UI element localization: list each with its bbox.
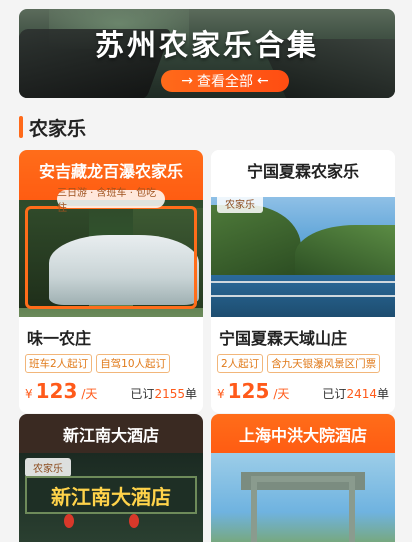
arrow-left-icon: ← [257, 73, 269, 89]
image-lantern [129, 514, 139, 528]
product-card[interactable]: 上海中洪大院酒店 [211, 414, 395, 542]
image-title: 宁国夏霖农家乐 [246, 162, 359, 181]
banner-title: 苏州农家乐合集 [94, 28, 319, 62]
product-name: 宁国夏霖天域山庄 [219, 329, 348, 348]
sold-suffix: 单 [376, 387, 389, 401]
product-price: 125 [227, 379, 270, 403]
image-railing [211, 281, 395, 297]
sold-count: 已订2155单 [130, 385, 197, 402]
product-card[interactable]: 宁国夏霖农家乐 农家乐 宁国夏霖天域山庄 2人起订 含九天银瀑风景区门票 ¥ 1… [211, 150, 395, 413]
image-tag: 农家乐 [217, 194, 263, 213]
sold-suffix: 单 [184, 387, 197, 401]
price-unit: /天 [273, 387, 290, 401]
sold-number: 2155 [154, 387, 185, 401]
image-title: 上海中洪大院酒店 [238, 426, 367, 445]
price-row: ¥ 123 /天 已订2155单 [19, 373, 203, 413]
product-image[interactable]: 上海中洪大院酒店 [211, 414, 395, 542]
sold-number: 2414 [346, 387, 377, 401]
image-hill [295, 225, 395, 275]
product-card[interactable]: 安吉藏龙百瀑农家乐 三日游 · 含班车 · 包吃住 味一农庄 班车2人起订 自驾… [19, 150, 203, 413]
product-chip: 自驾10人起订 [96, 354, 171, 373]
image-gate [251, 476, 355, 542]
product-chip: 班车2人起订 [25, 354, 93, 373]
product-chip: 2人起订 [217, 354, 264, 373]
sold-prefix: 已订 [130, 387, 155, 401]
view-all-button[interactable]: → 查看全部 ← [161, 70, 289, 92]
sold-count: 已订2414单 [322, 385, 389, 402]
section-title: 农家乐 [29, 117, 87, 140]
product-chip: 含九天银瀑风景区门票 [267, 354, 381, 373]
product-image[interactable]: 宁国夏霖农家乐 农家乐 [211, 150, 395, 317]
image-frame [25, 206, 197, 309]
product-card[interactable]: 新江南大酒店 农家乐 新江南大酒店 [19, 414, 203, 542]
product-chips: 2人起订 含九天银瀑风景区门票 [211, 349, 395, 373]
product-name: 味一农庄 [27, 329, 92, 348]
image-title: 新江南大酒店 [62, 426, 159, 445]
section-heading: 农家乐 [19, 115, 87, 140]
image-hotel-sign: 新江南大酒店 [25, 476, 197, 514]
product-price: 123 [35, 379, 78, 403]
view-all-label: 查看全部 [197, 74, 253, 90]
product-chips: 班车2人起订 自驾10人起订 [19, 349, 203, 373]
image-subtitle: 三日游 · 含班车 · 包吃住 [57, 188, 165, 214]
banner[interactable]: 苏州农家乐合集 → 查看全部 ← [19, 9, 395, 98]
product-image[interactable]: 新江南大酒店 农家乐 新江南大酒店 [19, 414, 203, 542]
currency-symbol: ¥ [217, 387, 225, 401]
image-lantern [64, 514, 74, 528]
price-row: ¥ 125 /天 已订2414单 [211, 373, 395, 413]
image-hill [211, 205, 301, 275]
currency-symbol: ¥ [25, 387, 33, 401]
section-accent-bar [19, 116, 23, 138]
arrow-right-icon: → [181, 73, 193, 89]
price-unit: /天 [81, 387, 98, 401]
image-tag: 农家乐 [25, 458, 71, 477]
product-image[interactable]: 安吉藏龙百瀑农家乐 三日游 · 含班车 · 包吃住 [19, 150, 203, 317]
sold-prefix: 已订 [322, 387, 347, 401]
